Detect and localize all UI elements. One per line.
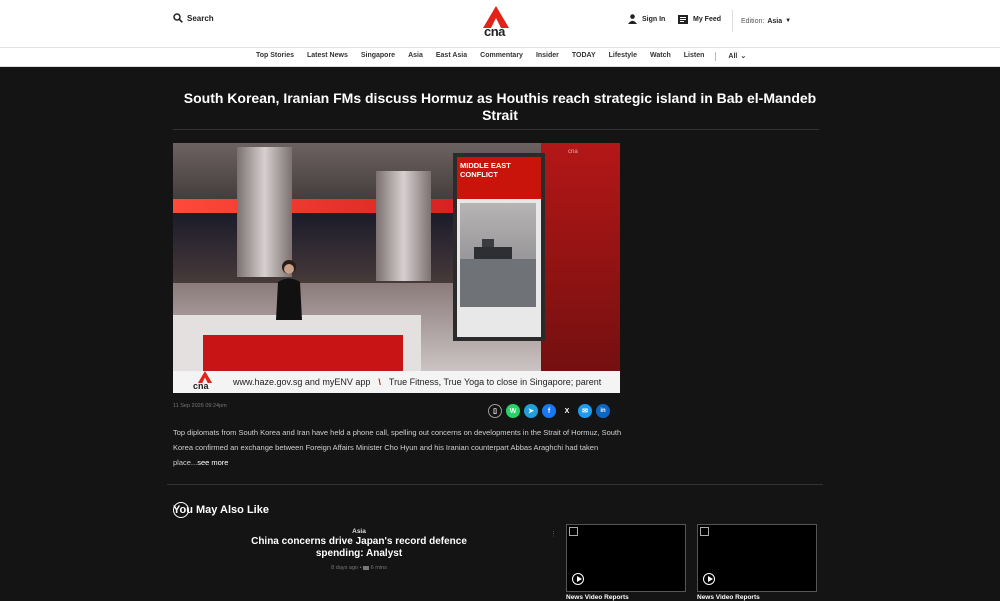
article-description-text: Top diplomats from South Korea and Iran …: [173, 428, 622, 467]
divider: [173, 129, 819, 130]
bookmark-icon[interactable]: ▯: [488, 404, 502, 418]
video-watermark: cna: [568, 149, 578, 155]
card-read-time: 6 mins: [370, 565, 387, 571]
x-glyph: X: [564, 407, 570, 415]
nav-item-latest-news[interactable]: Latest News: [307, 52, 348, 61]
studio-screen: MIDDLE EAST CONFLICT: [453, 153, 545, 341]
nav-item-today[interactable]: TODAY: [572, 52, 596, 61]
sign-in-label: Sign In: [642, 15, 666, 23]
linkedin-glyph: in: [600, 408, 606, 414]
facebook-icon[interactable]: f: [542, 404, 556, 418]
nav-item-watch[interactable]: Watch: [650, 52, 671, 61]
video-player[interactable]: MIDDLE EAST CONFLICT cna cna www.haze.go…: [173, 143, 620, 393]
nav-item-east-asia[interactable]: East Asia: [436, 52, 467, 61]
nav-all-label: All: [728, 53, 738, 60]
card-age: 8 days ago: [331, 565, 359, 571]
read-time-icon: [363, 565, 370, 570]
video-ticker: cna www.haze.gov.sg and myENV app \ True…: [173, 371, 620, 393]
linkedin-icon[interactable]: in: [596, 404, 610, 418]
cna-logo[interactable]: cna: [483, 6, 509, 39]
edition-selector[interactable]: Edition: Asia ▼: [732, 10, 791, 32]
nav-item-all[interactable]: All ⌄: [728, 52, 759, 61]
nav-item-top-stories[interactable]: Top Stories: [256, 52, 294, 61]
chevron-down-icon: ▼: [785, 18, 792, 24]
card-category[interactable]: Asia: [250, 528, 468, 535]
more-options-icon[interactable]: ⋮: [550, 530, 557, 538]
my-feed-button[interactable]: My Feed: [678, 15, 721, 24]
whatsapp-icon[interactable]: W: [506, 404, 520, 418]
screen-topic-label: MIDDLE EAST CONFLICT: [457, 157, 541, 199]
news-desk-panel: [203, 335, 403, 373]
studio-pillar: [376, 171, 431, 281]
email-icon[interactable]: ✉: [578, 404, 592, 418]
video-thumbnail-2[interactable]: [697, 524, 817, 592]
telegram-glyph: ➤: [528, 408, 534, 415]
sign-in-button[interactable]: Sign In: [628, 14, 665, 24]
ticker-text-right: True Fitness, True Yoga to close in Sing…: [388, 377, 602, 387]
divider: [167, 484, 823, 485]
whatsapp-glyph: W: [509, 407, 517, 415]
nav-item-insider[interactable]: Insider: [536, 52, 559, 61]
feed-icon: [678, 15, 688, 24]
nav-list: Top Stories Latest News Singapore Asia E…: [256, 52, 772, 61]
telegram-icon[interactable]: ➤: [524, 404, 538, 418]
share-bar: ▯ W ➤ f X ✉ in: [488, 404, 610, 418]
checkbox-icon: [569, 527, 578, 536]
bookmark-glyph: ▯: [493, 408, 497, 415]
nav-divider: [715, 52, 717, 61]
ship-icon: [460, 239, 536, 307]
news-anchor-figure: [276, 260, 302, 320]
nav-item-listen[interactable]: Listen: [684, 52, 705, 61]
card-meta: 8 days ago • 6 mins: [250, 565, 468, 571]
ship-photo: [460, 203, 536, 307]
search-icon: [173, 13, 183, 23]
my-feed-label: My Feed: [693, 16, 722, 23]
nav-item-lifestyle[interactable]: Lifestyle: [609, 52, 637, 61]
article-title: South Korean, Iranian FMs discuss Hormuz…: [183, 90, 817, 123]
main-nav: Top Stories Latest News Singapore Asia E…: [0, 48, 1000, 67]
play-icon: [703, 573, 715, 585]
see-more-link[interactable]: see more: [197, 458, 228, 467]
ticker-logo-text: cna: [193, 381, 209, 391]
studio-red-wall: [541, 143, 620, 393]
card-title[interactable]: China concerns drive Japan's record defe…: [250, 536, 468, 560]
edition-label: Edition:: [741, 17, 765, 25]
video-thumbnail-1[interactable]: [566, 524, 686, 592]
chevron-down-icon: ⌄: [740, 53, 747, 60]
x-icon[interactable]: X: [560, 404, 574, 418]
search-button[interactable]: Search: [173, 13, 214, 23]
cna-logo-text: cna: [484, 24, 505, 39]
user-icon: [628, 14, 637, 24]
section-heading: You May Also Like: [173, 502, 269, 518]
article-date: 11 Sep 2026 09:24pm: [173, 403, 227, 409]
top-header: Search cna Sign In My Feed Edition: Asia…: [0, 0, 1000, 48]
email-glyph: ✉: [582, 408, 588, 415]
ticker-text-left: www.haze.gov.sg and myENV app: [233, 377, 371, 387]
edition-value: Asia: [767, 17, 783, 25]
play-icon: [572, 573, 584, 585]
ticker-separator: \: [378, 377, 381, 387]
section-title: You May Also Like: [173, 504, 269, 516]
ticker-logo: cna: [173, 371, 223, 393]
search-label: Search: [187, 13, 214, 23]
facebook-glyph: f: [547, 407, 551, 415]
checkbox-icon: [700, 527, 709, 536]
nav-item-asia[interactable]: Asia: [408, 52, 423, 61]
nav-item-singapore[interactable]: Singapore: [361, 52, 395, 61]
article-description: Top diplomats from South Korea and Iran …: [173, 425, 628, 470]
nav-item-commentary[interactable]: Commentary: [480, 52, 523, 61]
